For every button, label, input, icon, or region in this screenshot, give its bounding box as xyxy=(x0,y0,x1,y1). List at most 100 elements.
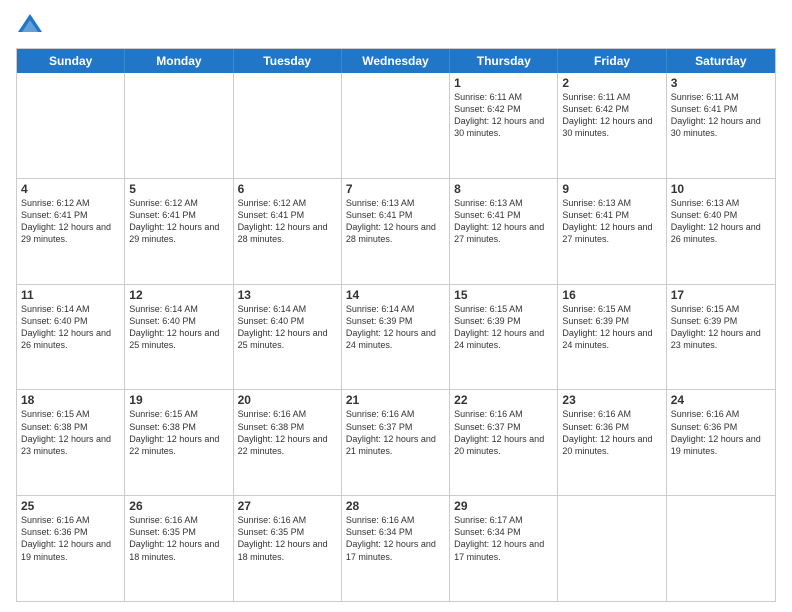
calendar-body: 1Sunrise: 6:11 AM Sunset: 6:42 PM Daylig… xyxy=(17,73,775,601)
calendar-day-26: 26Sunrise: 6:16 AM Sunset: 6:35 PM Dayli… xyxy=(125,496,233,601)
calendar-day-27: 27Sunrise: 6:16 AM Sunset: 6:35 PM Dayli… xyxy=(234,496,342,601)
day-number: 4 xyxy=(21,182,120,196)
calendar-day-6: 6Sunrise: 6:12 AM Sunset: 6:41 PM Daylig… xyxy=(234,179,342,284)
calendar-day-5: 5Sunrise: 6:12 AM Sunset: 6:41 PM Daylig… xyxy=(125,179,233,284)
day-info: Sunrise: 6:14 AM Sunset: 6:40 PM Dayligh… xyxy=(238,303,337,352)
day-number: 6 xyxy=(238,182,337,196)
day-info: Sunrise: 6:12 AM Sunset: 6:41 PM Dayligh… xyxy=(238,197,337,246)
day-number: 5 xyxy=(129,182,228,196)
calendar-day-22: 22Sunrise: 6:16 AM Sunset: 6:37 PM Dayli… xyxy=(450,390,558,495)
day-info: Sunrise: 6:16 AM Sunset: 6:37 PM Dayligh… xyxy=(346,408,445,457)
day-info: Sunrise: 6:15 AM Sunset: 6:39 PM Dayligh… xyxy=(562,303,661,352)
day-info: Sunrise: 6:14 AM Sunset: 6:39 PM Dayligh… xyxy=(346,303,445,352)
header-day-monday: Monday xyxy=(125,49,233,73)
day-info: Sunrise: 6:16 AM Sunset: 6:34 PM Dayligh… xyxy=(346,514,445,563)
day-info: Sunrise: 6:13 AM Sunset: 6:41 PM Dayligh… xyxy=(346,197,445,246)
calendar-day-19: 19Sunrise: 6:15 AM Sunset: 6:38 PM Dayli… xyxy=(125,390,233,495)
day-info: Sunrise: 6:15 AM Sunset: 6:38 PM Dayligh… xyxy=(21,408,120,457)
calendar-day-20: 20Sunrise: 6:16 AM Sunset: 6:38 PM Dayli… xyxy=(234,390,342,495)
calendar-day-29: 29Sunrise: 6:17 AM Sunset: 6:34 PM Dayli… xyxy=(450,496,558,601)
calendar-day-21: 21Sunrise: 6:16 AM Sunset: 6:37 PM Dayli… xyxy=(342,390,450,495)
calendar-day-10: 10Sunrise: 6:13 AM Sunset: 6:40 PM Dayli… xyxy=(667,179,775,284)
calendar-day-9: 9Sunrise: 6:13 AM Sunset: 6:41 PM Daylig… xyxy=(558,179,666,284)
header xyxy=(16,12,776,40)
day-info: Sunrise: 6:16 AM Sunset: 6:36 PM Dayligh… xyxy=(21,514,120,563)
day-number: 13 xyxy=(238,288,337,302)
calendar-day-17: 17Sunrise: 6:15 AM Sunset: 6:39 PM Dayli… xyxy=(667,285,775,390)
day-info: Sunrise: 6:13 AM Sunset: 6:41 PM Dayligh… xyxy=(454,197,553,246)
calendar-day-7: 7Sunrise: 6:13 AM Sunset: 6:41 PM Daylig… xyxy=(342,179,450,284)
day-number: 9 xyxy=(562,182,661,196)
calendar-empty-cell xyxy=(234,73,342,178)
day-info: Sunrise: 6:12 AM Sunset: 6:41 PM Dayligh… xyxy=(21,197,120,246)
day-number: 24 xyxy=(671,393,771,407)
day-number: 2 xyxy=(562,76,661,90)
header-day-sunday: Sunday xyxy=(17,49,125,73)
day-info: Sunrise: 6:11 AM Sunset: 6:42 PM Dayligh… xyxy=(562,91,661,140)
calendar-empty-cell xyxy=(558,496,666,601)
calendar-day-15: 15Sunrise: 6:15 AM Sunset: 6:39 PM Dayli… xyxy=(450,285,558,390)
day-info: Sunrise: 6:16 AM Sunset: 6:37 PM Dayligh… xyxy=(454,408,553,457)
calendar-empty-cell xyxy=(17,73,125,178)
day-info: Sunrise: 6:13 AM Sunset: 6:40 PM Dayligh… xyxy=(671,197,771,246)
day-number: 14 xyxy=(346,288,445,302)
day-number: 15 xyxy=(454,288,553,302)
calendar-header: SundayMondayTuesdayWednesdayThursdayFrid… xyxy=(17,49,775,73)
day-info: Sunrise: 6:12 AM Sunset: 6:41 PM Dayligh… xyxy=(129,197,228,246)
calendar-day-28: 28Sunrise: 6:16 AM Sunset: 6:34 PM Dayli… xyxy=(342,496,450,601)
calendar-week-2: 4Sunrise: 6:12 AM Sunset: 6:41 PM Daylig… xyxy=(17,178,775,284)
day-number: 10 xyxy=(671,182,771,196)
calendar-empty-cell xyxy=(667,496,775,601)
day-info: Sunrise: 6:11 AM Sunset: 6:41 PM Dayligh… xyxy=(671,91,771,140)
day-info: Sunrise: 6:17 AM Sunset: 6:34 PM Dayligh… xyxy=(454,514,553,563)
calendar-day-8: 8Sunrise: 6:13 AM Sunset: 6:41 PM Daylig… xyxy=(450,179,558,284)
day-number: 3 xyxy=(671,76,771,90)
calendar-empty-cell xyxy=(125,73,233,178)
calendar-day-13: 13Sunrise: 6:14 AM Sunset: 6:40 PM Dayli… xyxy=(234,285,342,390)
day-info: Sunrise: 6:14 AM Sunset: 6:40 PM Dayligh… xyxy=(129,303,228,352)
calendar-week-4: 18Sunrise: 6:15 AM Sunset: 6:38 PM Dayli… xyxy=(17,389,775,495)
day-number: 12 xyxy=(129,288,228,302)
day-number: 18 xyxy=(21,393,120,407)
day-number: 28 xyxy=(346,499,445,513)
calendar-day-14: 14Sunrise: 6:14 AM Sunset: 6:39 PM Dayli… xyxy=(342,285,450,390)
header-day-saturday: Saturday xyxy=(667,49,775,73)
calendar-day-12: 12Sunrise: 6:14 AM Sunset: 6:40 PM Dayli… xyxy=(125,285,233,390)
day-number: 8 xyxy=(454,182,553,196)
day-number: 11 xyxy=(21,288,120,302)
calendar-day-1: 1Sunrise: 6:11 AM Sunset: 6:42 PM Daylig… xyxy=(450,73,558,178)
calendar-day-23: 23Sunrise: 6:16 AM Sunset: 6:36 PM Dayli… xyxy=(558,390,666,495)
day-number: 22 xyxy=(454,393,553,407)
logo xyxy=(16,12,48,40)
calendar-day-3: 3Sunrise: 6:11 AM Sunset: 6:41 PM Daylig… xyxy=(667,73,775,178)
header-day-tuesday: Tuesday xyxy=(234,49,342,73)
day-number: 21 xyxy=(346,393,445,407)
day-number: 25 xyxy=(21,499,120,513)
day-number: 20 xyxy=(238,393,337,407)
calendar-empty-cell xyxy=(342,73,450,178)
calendar-day-2: 2Sunrise: 6:11 AM Sunset: 6:42 PM Daylig… xyxy=(558,73,666,178)
day-number: 7 xyxy=(346,182,445,196)
day-info: Sunrise: 6:15 AM Sunset: 6:38 PM Dayligh… xyxy=(129,408,228,457)
day-info: Sunrise: 6:13 AM Sunset: 6:41 PM Dayligh… xyxy=(562,197,661,246)
calendar-week-1: 1Sunrise: 6:11 AM Sunset: 6:42 PM Daylig… xyxy=(17,73,775,178)
day-info: Sunrise: 6:14 AM Sunset: 6:40 PM Dayligh… xyxy=(21,303,120,352)
day-number: 17 xyxy=(671,288,771,302)
day-info: Sunrise: 6:16 AM Sunset: 6:36 PM Dayligh… xyxy=(671,408,771,457)
day-number: 23 xyxy=(562,393,661,407)
day-number: 16 xyxy=(562,288,661,302)
header-day-thursday: Thursday xyxy=(450,49,558,73)
calendar-day-16: 16Sunrise: 6:15 AM Sunset: 6:39 PM Dayli… xyxy=(558,285,666,390)
day-number: 19 xyxy=(129,393,228,407)
calendar-day-18: 18Sunrise: 6:15 AM Sunset: 6:38 PM Dayli… xyxy=(17,390,125,495)
calendar-day-4: 4Sunrise: 6:12 AM Sunset: 6:41 PM Daylig… xyxy=(17,179,125,284)
day-info: Sunrise: 6:16 AM Sunset: 6:35 PM Dayligh… xyxy=(238,514,337,563)
day-info: Sunrise: 6:11 AM Sunset: 6:42 PM Dayligh… xyxy=(454,91,553,140)
day-info: Sunrise: 6:15 AM Sunset: 6:39 PM Dayligh… xyxy=(454,303,553,352)
calendar: SundayMondayTuesdayWednesdayThursdayFrid… xyxy=(16,48,776,602)
day-info: Sunrise: 6:16 AM Sunset: 6:38 PM Dayligh… xyxy=(238,408,337,457)
day-number: 1 xyxy=(454,76,553,90)
day-number: 29 xyxy=(454,499,553,513)
page: SundayMondayTuesdayWednesdayThursdayFrid… xyxy=(0,0,792,612)
logo-icon xyxy=(16,12,44,40)
